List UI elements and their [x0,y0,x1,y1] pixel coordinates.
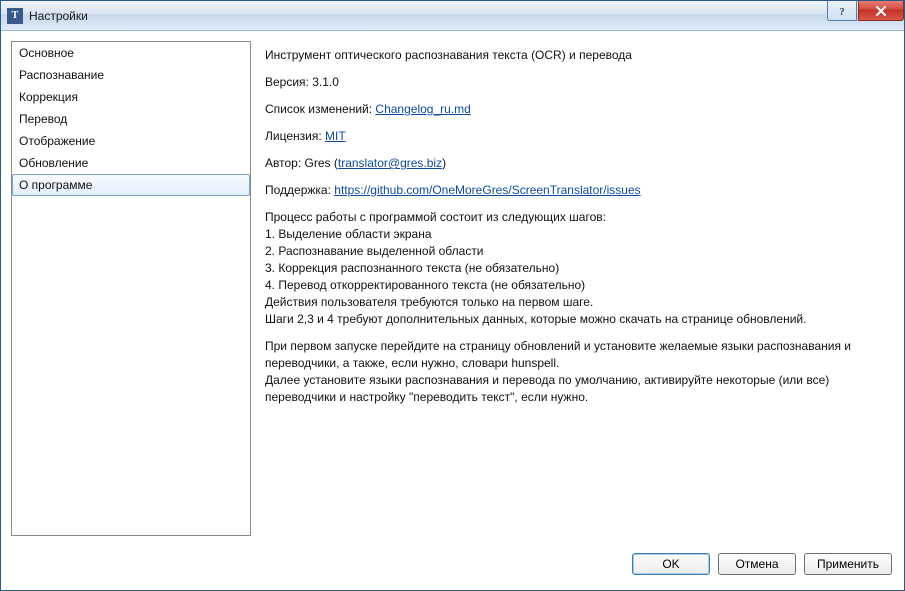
support-link[interactable]: https://github.com/OneMoreGres/ScreenTra… [334,183,640,197]
changelog-row: Список изменений: Changelog_ru.md [265,101,890,118]
license-row: Лицензия: MIT [265,128,890,145]
version-row: Версия: 3.1.0 [265,74,890,91]
sidebar-item-display[interactable]: Отображение [12,130,250,152]
sidebar-item-label: Распознавание [19,68,104,82]
about-heading: Инструмент оптического распознавания тек… [265,47,890,64]
desc-line: При первом запуске перейдите на страницу… [265,338,890,372]
support-label: Поддержка: [265,183,331,197]
desc-line: Действия пользователя требуются только н… [265,294,890,311]
sidebar-item-recognition[interactable]: Распознавание [12,64,250,86]
sidebar-item-label: Обновление [19,156,88,170]
desc-line: 3. Коррекция распознанного текста (не об… [265,260,890,277]
sidebar-item-correction[interactable]: Коррекция [12,86,250,108]
titlebar[interactable]: Настройки ? [1,1,904,31]
desc-line: 1. Выделение области экрана [265,226,890,243]
settings-sidebar[interactable]: Основное Распознавание Коррекция Перевод… [11,41,251,536]
desc-line: 4. Перевод откорректированного текста (н… [265,277,890,294]
apply-button[interactable]: Применить [804,553,892,575]
app-icon [7,8,23,24]
sidebar-item-general[interactable]: Основное [12,42,250,64]
desc-line: 2. Распознавание выделенной области [265,243,890,260]
sidebar-item-translate[interactable]: Перевод [12,108,250,130]
author-email-link[interactable]: translator@gres.biz [338,156,442,170]
window-buttons: ? [827,1,904,30]
sidebar-item-label: Перевод [19,112,67,126]
desc-line: Процесс работы с программой состоит из с… [265,209,890,226]
support-row: Поддержка: https://github.com/OneMoreGre… [265,182,890,199]
author-name: Gres [305,156,331,170]
sidebar-item-about[interactable]: О программе [12,174,250,196]
author-row: Автор: Gres (translator@gres.biz) [265,155,890,172]
desc-line: Далее установите языки распознавания и п… [265,372,890,406]
content-area: Основное Распознавание Коррекция Перевод… [1,31,904,546]
sidebar-item-label: Основное [19,46,74,60]
author-label: Автор: [265,156,301,170]
help-button[interactable]: ? [827,1,857,21]
sidebar-item-update[interactable]: Обновление [12,152,250,174]
ok-button[interactable]: OK [632,553,710,575]
version-value: 3.1.0 [312,75,339,89]
window-title: Настройки [29,9,827,23]
settings-window: Настройки ? Основное Распознавание Корре… [0,0,905,591]
changelog-link[interactable]: Changelog_ru.md [375,102,470,116]
cancel-button[interactable]: Отмена [718,553,796,575]
svg-text:?: ? [839,6,845,17]
sidebar-item-label: О программе [19,178,92,192]
desc-line: Шаги 2,3 и 4 требуют дополнительных данн… [265,311,890,328]
close-button[interactable] [858,1,904,21]
license-label: Лицензия: [265,129,322,143]
description-block: Процесс работы с программой состоит из с… [265,209,890,406]
version-label: Версия: [265,75,309,89]
about-panel: Инструмент оптического распознавания тек… [261,41,894,536]
sidebar-item-label: Коррекция [19,90,78,104]
dialog-footer: OK Отмена Применить [1,546,904,590]
sidebar-item-label: Отображение [19,134,95,148]
changelog-label: Список изменений: [265,102,372,116]
license-link[interactable]: MIT [325,129,346,143]
